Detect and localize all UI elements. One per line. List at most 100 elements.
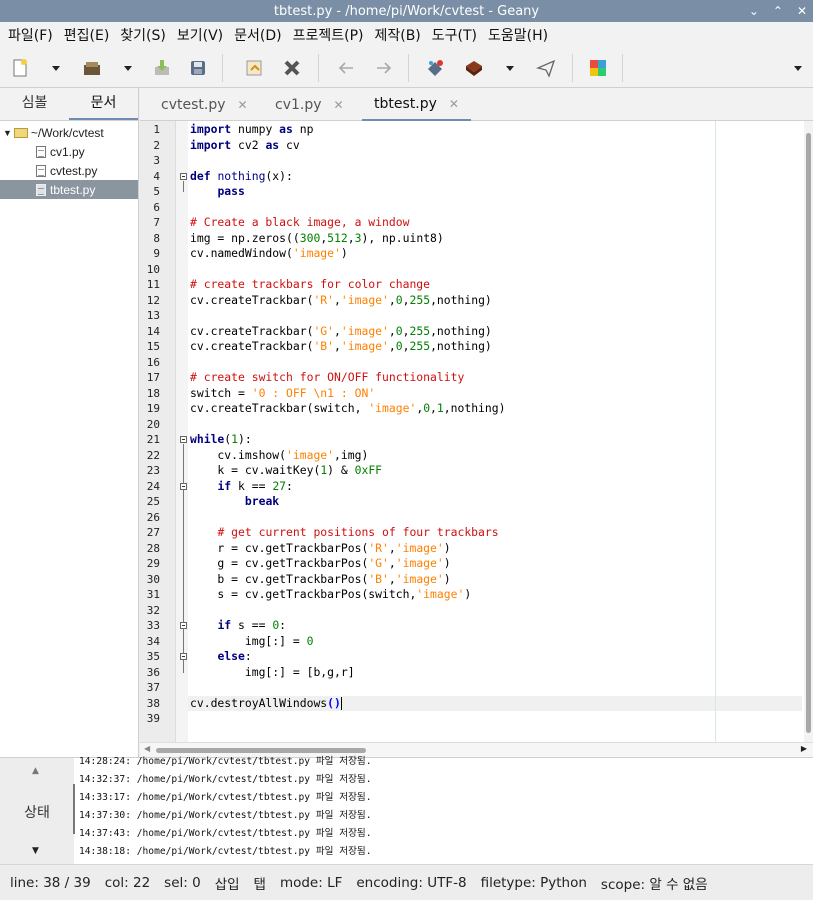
code-line[interactable]: cv.destroyAllWindows() [190, 696, 341, 712]
tree-file-cv1[interactable]: cv1.py [0, 142, 138, 161]
code-line[interactable]: # create switch for ON/OFF functionality [190, 370, 464, 386]
line-number: 5 [153, 185, 160, 198]
menu-edit[interactable]: 편집(E) [60, 25, 114, 45]
line-number: 37 [146, 681, 160, 694]
code-line[interactable]: import numpy as np [190, 122, 313, 138]
tree-file-tbtest[interactable]: tbtest.py [0, 180, 138, 199]
code-line[interactable]: # get current positions of four trackbar… [190, 525, 498, 541]
tree-folder[interactable]: ▼ ~/Work/cvtest [0, 123, 138, 142]
code-line[interactable]: b = cv.getTrackbarPos('B','image') [190, 572, 450, 588]
code-line[interactable]: cv.imshow('image',img) [190, 448, 368, 464]
code-line[interactable]: cv.createTrackbar('B','image',0,255,noth… [190, 339, 492, 355]
file-icon [36, 145, 46, 158]
menu-help[interactable]: 도움말(H) [484, 25, 552, 45]
line-number: 17 [146, 371, 160, 384]
menu-project[interactable]: 프로젝트(P) [289, 25, 368, 45]
code-line[interactable]: if k == 27: [190, 479, 292, 495]
status-scope: scope: 알 수 없음 [600, 876, 708, 893]
menu-search[interactable]: 찾기(S) [116, 25, 170, 45]
tab-cv1[interactable]: cv1.py ✕ [275, 88, 344, 121]
open-file-dropdown-icon[interactable] [116, 56, 140, 80]
code-line[interactable]: cv.namedWindow('image') [190, 246, 348, 262]
toolbar-overflow-icon[interactable] [786, 56, 810, 80]
code-line[interactable]: img[:] = [b,g,r] [190, 665, 355, 681]
tab-documents[interactable]: 문서 [69, 88, 138, 120]
line-number: 8 [153, 231, 160, 245]
code-line[interactable]: k = cv.waitKey(1) & 0xFF [190, 463, 382, 479]
scroll-left-icon[interactable]: ◀ [144, 744, 150, 753]
scroll-right-icon[interactable]: ▶ [801, 744, 807, 753]
code-line[interactable]: def nothing(x): [190, 169, 293, 185]
line-number: 19 [146, 402, 160, 415]
line-number: 15 [146, 340, 160, 353]
fold-toggle-icon[interactable] [180, 482, 187, 490]
send-icon[interactable] [534, 56, 558, 80]
code-line[interactable]: switch = '0 : OFF \n1 : ON' [190, 386, 375, 402]
code-line[interactable]: cv.createTrackbar(switch, 'image',0,1,no… [190, 401, 506, 417]
menu-tools[interactable]: 도구(T) [428, 25, 481, 45]
code-editor[interactable]: 1 2 3 4 5 6 7 8 9 10 11 12 13 14 15 16 17 18 19 20 21 22 23 24 2… [140, 121, 813, 742]
code-line[interactable]: cv.createTrackbar('R','image',0,255,noth… [190, 293, 492, 309]
menu-file[interactable]: 파일(F) [4, 25, 57, 45]
fold-toggle-icon[interactable] [180, 653, 187, 660]
close-tab-icon[interactable]: ✕ [449, 97, 459, 111]
forward-arrow-icon[interactable] [372, 56, 396, 80]
code-line[interactable]: break [190, 494, 279, 510]
close-window-button[interactable]: ✕ [797, 4, 807, 18]
fold-toggle-icon[interactable] [180, 172, 187, 180]
tab-symbols[interactable]: 심볼 [0, 88, 69, 120]
back-arrow-icon[interactable] [334, 56, 358, 80]
close-file-icon[interactable] [280, 56, 304, 80]
code-line[interactable]: # Create a black image, a window [190, 215, 409, 231]
build-icon[interactable] [462, 56, 486, 80]
status-eol: mode: LF [279, 874, 343, 891]
build-dropdown-icon[interactable] [498, 56, 522, 80]
scroll-up-icon[interactable]: ▲ [32, 766, 39, 776]
code-line[interactable]: # create trackbars for color change [190, 277, 430, 293]
revert-icon[interactable] [242, 56, 266, 80]
code-line[interactable]: img[:] = 0 [190, 634, 314, 650]
minimize-button[interactable]: ⌄ [749, 4, 759, 18]
menu-document[interactable]: 문서(D) [230, 25, 285, 45]
tree-file-cvtest[interactable]: cvtest.py [0, 161, 138, 180]
fold-toggle-icon[interactable] [180, 622, 187, 629]
close-tab-icon[interactable]: ✕ [238, 98, 248, 112]
save-all-icon[interactable] [186, 56, 210, 80]
color-chooser-icon[interactable] [586, 56, 610, 80]
scroll-thumb[interactable] [806, 133, 811, 733]
code-line[interactable]: g = cv.getTrackbarPos('G','image') [190, 556, 450, 572]
code-line[interactable]: import cv2 as cv [190, 138, 300, 154]
line-number: 3 [153, 154, 160, 167]
fold-guide [183, 490, 184, 502]
new-file-dropdown-icon[interactable] [44, 56, 68, 80]
file-label: tbtest.py [50, 182, 96, 197]
menu-view[interactable]: 보기(V) [173, 25, 227, 45]
expand-arrow-icon[interactable]: ▼ [3, 128, 12, 138]
vertical-scrollbar[interactable] [804, 121, 813, 742]
line-number: 10 [146, 262, 160, 276]
save-icon[interactable] [150, 56, 174, 80]
menu-build[interactable]: 제작(B) [370, 25, 424, 45]
compile-icon[interactable] [424, 56, 448, 80]
code-line[interactable]: cv.createTrackbar('G','image',0,255,noth… [190, 324, 492, 340]
line-number: 13 [146, 309, 160, 322]
code-line[interactable]: pass [190, 184, 244, 200]
tab-tbtest[interactable]: tbtest.py ✕ [362, 88, 471, 121]
open-file-icon[interactable] [80, 56, 104, 80]
fold-toggle-icon[interactable] [180, 436, 187, 443]
scroll-down-icon[interactable]: ▼ [32, 846, 39, 856]
new-file-icon[interactable] [8, 56, 32, 80]
code-line[interactable]: r = cv.getTrackbarPos('R','image') [190, 541, 450, 557]
maximize-button[interactable]: ⌃ [773, 4, 783, 18]
close-tab-icon[interactable]: ✕ [334, 98, 344, 112]
code-line[interactable]: else: [190, 649, 251, 665]
code-line[interactable]: if s == 0: [190, 618, 286, 634]
code-line[interactable]: s = cv.getTrackbarPos(switch,'image') [190, 587, 471, 603]
tab-label: cv1.py [275, 96, 322, 113]
tab-status[interactable]: 상태 [0, 802, 74, 822]
code-line[interactable]: while(1): [190, 432, 252, 448]
code-area[interactable]: import numpy as np import cv2 as cv def no… [190, 121, 800, 742]
code-line[interactable]: img = np.zeros((300,512,3), np.uint8) [190, 231, 444, 247]
tab-cvtest[interactable]: cvtest.py ✕ [161, 88, 248, 121]
line-number: 23 [146, 464, 160, 477]
